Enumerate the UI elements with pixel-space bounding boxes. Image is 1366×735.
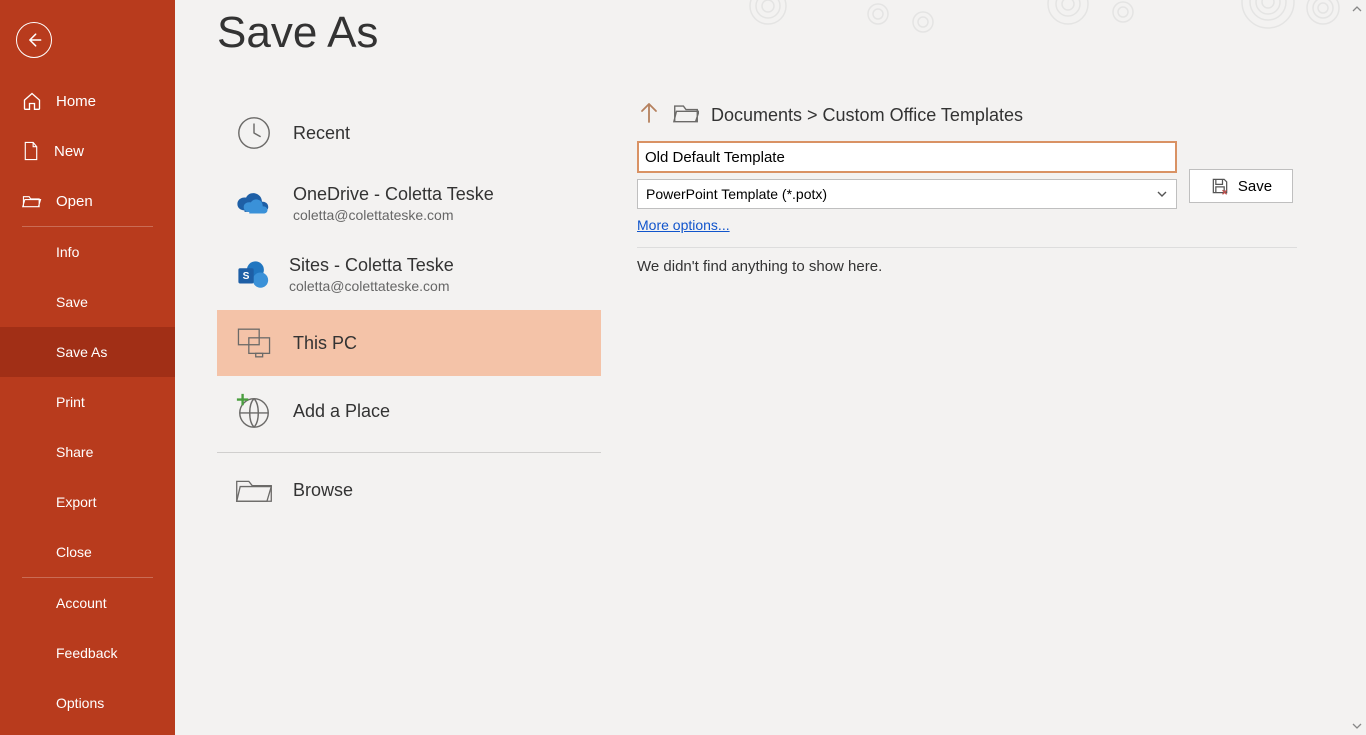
save-button-label: Save	[1238, 178, 1272, 195]
nav-info[interactable]: Info	[0, 227, 175, 277]
chevron-down-icon	[1156, 188, 1168, 200]
empty-folder-message: We didn't find anything to show here.	[637, 258, 1342, 275]
breadcrumb-path[interactable]: Documents > Custom Office Templates	[711, 105, 1023, 126]
vertical-scrollbar[interactable]	[1348, 0, 1366, 735]
scroll-up-button[interactable]	[1348, 0, 1366, 18]
sharepoint-icon: S	[235, 258, 269, 292]
save-button[interactable]: Save	[1189, 169, 1293, 203]
nav-options[interactable]: Options	[0, 678, 175, 728]
location-this-pc-label: This PC	[293, 333, 357, 354]
filename-input[interactable]	[637, 141, 1177, 173]
browse-folder-icon	[235, 475, 273, 505]
nav-save-as-label: Save As	[56, 344, 107, 360]
add-place-icon	[235, 392, 273, 430]
more-options-link[interactable]: More options...	[637, 217, 1177, 233]
location-sites-label: Sites - Coletta Teske	[289, 255, 454, 276]
back-arrow-icon	[24, 30, 44, 50]
up-folder-button[interactable]	[637, 100, 661, 131]
nav-export[interactable]: Export	[0, 477, 175, 527]
chevron-up-icon	[1352, 4, 1362, 14]
location-onedrive[interactable]: OneDrive - Coletta Teske coletta@coletta…	[217, 168, 601, 239]
nav-account[interactable]: Account	[0, 578, 175, 628]
nav-save-as[interactable]: Save As	[0, 327, 175, 377]
filetype-dropdown[interactable]: PowerPoint Template (*.potx)	[637, 179, 1177, 209]
location-add-place[interactable]: Add a Place	[217, 376, 601, 446]
nav-save[interactable]: Save	[0, 277, 175, 327]
location-onedrive-email: coletta@colettateske.com	[293, 207, 494, 223]
scroll-down-button[interactable]	[1348, 717, 1366, 735]
location-add-place-label: Add a Place	[293, 401, 390, 422]
back-button[interactable]	[16, 22, 52, 58]
page-title: Save As	[217, 8, 378, 58]
nav-close-label: Close	[56, 544, 92, 560]
nav-new[interactable]: New	[0, 126, 175, 176]
nav-close[interactable]: Close	[0, 527, 175, 577]
location-sites-email: coletta@colettateske.com	[289, 278, 454, 294]
nav-share-label: Share	[56, 444, 93, 460]
folder-icon	[673, 102, 699, 129]
nav-share[interactable]: Share	[0, 427, 175, 477]
save-icon	[1210, 176, 1230, 196]
new-file-icon	[22, 141, 40, 161]
location-this-pc[interactable]: This PC	[217, 310, 601, 376]
home-icon	[22, 91, 42, 111]
nav-account-label: Account	[56, 595, 107, 611]
nav-info-label: Info	[56, 244, 79, 260]
location-sites[interactable]: S Sites - Coletta Teske coletta@colettat…	[217, 239, 601, 310]
nav-feedback-label: Feedback	[56, 645, 117, 661]
location-recent[interactable]: Recent	[217, 98, 601, 168]
onedrive-icon	[235, 189, 273, 219]
nav-print[interactable]: Print	[0, 377, 175, 427]
nav-print-label: Print	[56, 394, 85, 410]
nav-home[interactable]: Home	[0, 76, 175, 126]
nav-feedback[interactable]: Feedback	[0, 628, 175, 678]
svg-text:S: S	[243, 271, 250, 282]
location-browse-label: Browse	[293, 480, 353, 501]
nav-export-label: Export	[56, 494, 96, 510]
location-browse[interactable]: Browse	[217, 459, 601, 521]
filetype-value: PowerPoint Template (*.potx)	[646, 186, 827, 202]
location-recent-label: Recent	[293, 123, 350, 144]
nav-open-label: Open	[56, 193, 93, 210]
clock-icon	[235, 114, 273, 152]
nav-home-label: Home	[56, 93, 96, 110]
location-onedrive-label: OneDrive - Coletta Teske	[293, 184, 494, 205]
decorative-swirls	[728, 0, 1348, 40]
chevron-down-icon	[1352, 721, 1362, 731]
nav-open[interactable]: Open	[0, 176, 175, 226]
nav-save-label: Save	[56, 294, 88, 310]
nav-options-label: Options	[56, 695, 104, 711]
this-pc-icon	[235, 326, 273, 360]
nav-new-label: New	[54, 143, 84, 160]
open-folder-icon	[22, 192, 42, 210]
